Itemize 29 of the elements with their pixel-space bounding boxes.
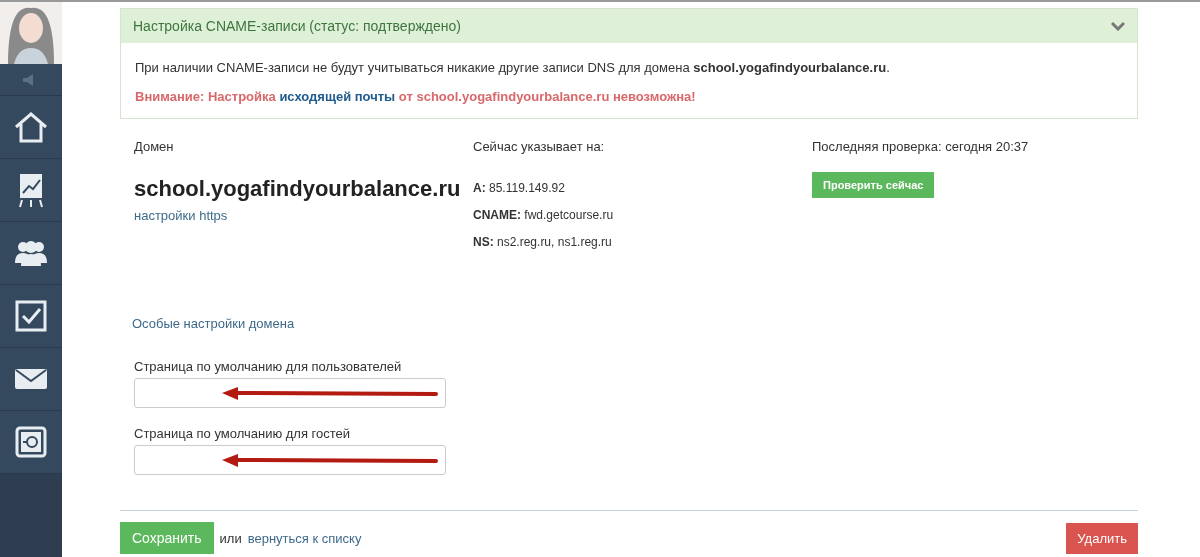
delete-button[interactable]: Удалить [1066, 522, 1138, 554]
input-field[interactable] [134, 378, 446, 408]
domain-label: Домен [134, 139, 174, 154]
checkbox-icon[interactable] [15, 300, 47, 332]
or-text: или [219, 530, 242, 546]
outgoing-mail-link[interactable]: исходящей почты [279, 89, 396, 104]
chart-icon[interactable] [18, 172, 44, 208]
dns-record: CNAME: fwd.getcourse.ru [473, 208, 614, 222]
last-check-label: Последняя проверка: сегодня 20:37 [812, 139, 1029, 154]
field-label: Страница по умолчанию для пользователей [134, 359, 403, 374]
users-icon[interactable] [14, 239, 48, 267]
points-to-label: Сейчас указывает на: [473, 139, 605, 154]
avatar[interactable] [0, 2, 62, 64]
input-field[interactable] [134, 445, 446, 475]
special-settings-link[interactable]: Особые настройки домена [132, 316, 1138, 331]
chevron-icon[interactable] [1111, 21, 1125, 31]
home-icon[interactable] [14, 111, 48, 143]
https-settings-link[interactable]: настройки https [134, 208, 228, 223]
mail-warning: Внимание: Настройка исходящей почты от school.yogafindyourbalance.ru невозможна! [135, 89, 697, 104]
mail-icon[interactable] [15, 369, 47, 389]
cname-note: При наличии CNAME-записи не будут учитываться никакие другие записи DNS для домена school.yogafindyourbalance.ru. [135, 60, 891, 75]
safe-icon[interactable] [15, 426, 47, 458]
dns-record: A: 85.119.149.92 [473, 181, 565, 195]
panel-title: Настройка CNAME-записи (статус: подтверждено) [133, 18, 461, 34]
domain-name: school.yogafindyourbalance.ru [134, 176, 461, 202]
panel-header[interactable]: Настройка CNAME-записи (статус: подтверждено) [121, 9, 1137, 43]
field-label: Страница по умолчанию для гостей [134, 426, 352, 441]
back-to-list-link[interactable]: вернуться к списку [247, 530, 362, 546]
dns-record: NS: ns2.reg.ru, ns1.reg.ru [473, 235, 612, 249]
